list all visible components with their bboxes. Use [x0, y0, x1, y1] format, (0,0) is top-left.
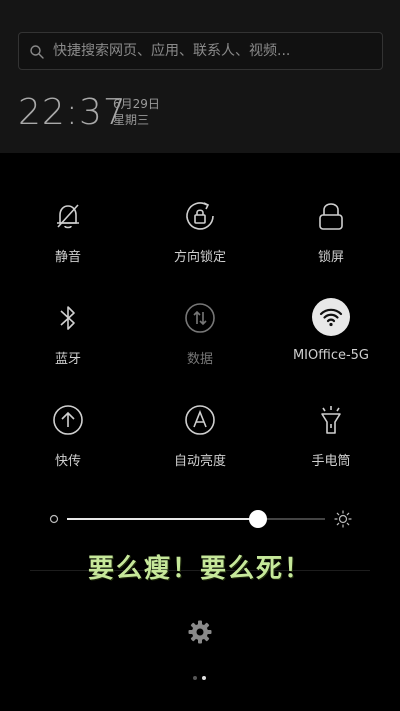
search-icon [30, 45, 44, 59]
toggle-auto-brightness[interactable]: 自动亮度 [140, 400, 260, 469]
toggle-silent[interactable]: 静音 [8, 196, 128, 265]
notification-header: 快捷搜索网页、应用、联系人、视频... 22:37 6月29日 星期三 [0, 0, 400, 153]
search-input[interactable]: 快捷搜索网页、应用、联系人、视频... [18, 32, 383, 70]
lock-icon [319, 203, 343, 230]
clock-time[interactable]: 22:37 [18, 92, 127, 133]
toggle-label: 锁屏 [317, 250, 344, 265]
toggle-label: 静音 [54, 250, 81, 265]
wifi-icon [319, 308, 343, 327]
date-label: 6月29日 [113, 97, 160, 111]
flashlight-icon [321, 406, 341, 434]
toggle-label: 手电筒 [311, 454, 351, 469]
overlay-caption: 要么瘦！要么死！ [87, 554, 312, 584]
toggle-bluetooth[interactable]: 蓝牙 [8, 298, 128, 367]
toggle-label: 蓝牙 [54, 352, 81, 367]
rotation-lock-icon [186, 202, 214, 230]
toggle-label: 数据 [186, 352, 213, 367]
auto-brightness-icon [185, 405, 215, 435]
brightness-track[interactable] [67, 518, 325, 520]
brightness-low-icon [49, 514, 59, 524]
search-placeholder: 快捷搜索网页、应用、联系人、视频... [53, 43, 291, 59]
bluetooth-icon [60, 306, 75, 330]
bell-off-icon [57, 204, 79, 229]
brightness-high-icon [334, 510, 352, 528]
toggle-label: 方向锁定 [173, 250, 226, 265]
mobile-data-icon [185, 303, 215, 333]
brightness-slider[interactable] [45, 508, 355, 530]
brightness-thumb[interactable] [248, 510, 267, 528]
toggle-mobile-data[interactable]: 数据 [140, 298, 260, 367]
toggle-label: 自动亮度 [173, 454, 226, 469]
toggle-lock-screen[interactable]: 锁屏 [271, 196, 391, 265]
toggle-rotation-lock[interactable]: 方向锁定 [140, 196, 260, 265]
settings-gear-icon[interactable] [187, 619, 213, 645]
page-dot [193, 676, 197, 680]
page-dot-active [202, 676, 206, 680]
toggle-label: 快传 [54, 454, 81, 469]
brightness-fill [67, 518, 258, 520]
weekday-label: 星期三 [113, 113, 150, 127]
upload-icon [53, 405, 83, 435]
toggle-wifi[interactable]: MIOffice-5G [271, 298, 391, 363]
clock-date[interactable]: 6月29日 星期三 [113, 96, 160, 128]
toggle-quick-transfer[interactable]: 快传 [8, 400, 128, 469]
toggle-flashlight[interactable]: 手电筒 [271, 400, 391, 469]
page-indicator [190, 675, 210, 681]
wifi-active-indicator [312, 298, 350, 336]
toggle-label: MIOffice-5G [292, 348, 370, 363]
